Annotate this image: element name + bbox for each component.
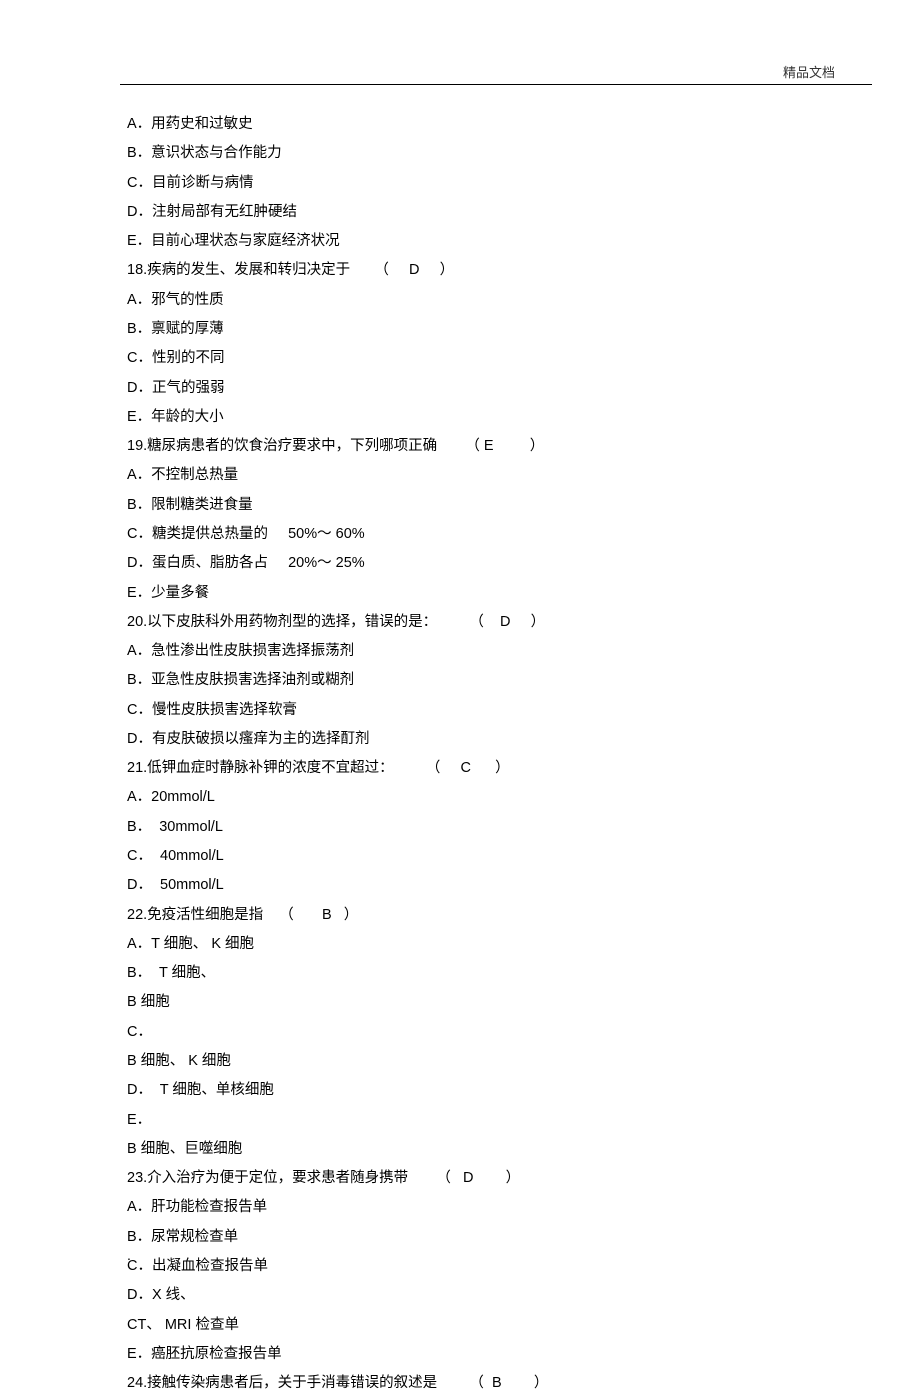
text-line: B． T 细胞、 [127,959,800,988]
text-line: A．T 细胞、 K 细胞 [127,930,800,959]
text-line: E． [127,1106,800,1135]
text-line: D．有皮肤破损以瘙痒为主的选择酊剂 [127,725,800,754]
text-line: B． 30mmol/L [127,813,800,842]
header-rule [120,84,872,85]
text-line: E．目前心理状态与家庭经济状况 [127,227,800,256]
text-line: E．少量多餐 [127,579,800,608]
text-line: C．慢性皮肤损害选择软膏 [127,696,800,725]
text-line: C． 40mmol/L [127,842,800,871]
text-line: CT、 MRI 检查单 [127,1311,800,1340]
text-line: D．蛋白质、脂肪各占 20%～ 25% [127,549,800,578]
text-line: D．注射局部有无红肿硬结 [127,198,800,227]
text-line: D． T 细胞、单核细胞 [127,1076,800,1105]
text-line: B．意识状态与合作能力 [127,139,800,168]
text-line: 23.介入治疗为便于定位，要求患者随身携带 （ D ） [127,1164,800,1193]
text-line: A．急性渗出性皮肤损害选择振荡剂 [127,637,800,666]
document-body: A．用药史和过敏史 B．意识状态与合作能力 C．目前诊断与病情 D．注射局部有无… [127,110,800,1398]
text-line: B．亚急性皮肤损害选择油剂或糊剂 [127,666,800,695]
text-line: A．肝功能检查报告单 [127,1193,800,1222]
text-line: C．糖类提供总热量的 50%～ 60% [127,520,800,549]
text-line: B．限制糖类进食量 [127,491,800,520]
text-line: A．邪气的性质 [127,286,800,315]
text-line: 19.糖尿病患者的饮食治疗要求中，下列哪项正确 （ E ） [127,432,800,461]
footer-dot: . [127,1247,131,1263]
text-line: 20.以下皮肤科外用药物剂型的选择，错误的是： （ D ） [127,608,800,637]
text-line: B 细胞 [127,988,800,1017]
text-line: C．性别的不同 [127,344,800,373]
text-line: 22.免疫活性细胞是指 （ B ） [127,901,800,930]
text-line: D．X 线、 [127,1281,800,1310]
text-line: B．禀赋的厚薄 [127,315,800,344]
text-line: D．正气的强弱 [127,374,800,403]
text-line: 18.疾病的发生、发展和转归决定于 （ D ） [127,256,800,285]
text-line: 21.低钾血症时静脉补钾的浓度不宜超过： （ C ） [127,754,800,783]
text-line: C．目前诊断与病情 [127,169,800,198]
text-line: A．用药史和过敏史 [127,110,800,139]
text-line: C． [127,1018,800,1047]
text-line: B．尿常规检查单 [127,1223,800,1252]
text-line: B 细胞、 K 细胞 [127,1047,800,1076]
text-line: 24.接触传染病患者后，关于手消毒错误的叙述是 （ B ） [127,1369,800,1398]
text-line: A．不控制总热量 [127,461,800,490]
header-label: 精品文档 [783,62,835,81]
text-line: A．20mmol/L [127,783,800,812]
text-line: D． 50mmol/L [127,871,800,900]
text-line: E．癌胚抗原检查报告单 [127,1340,800,1369]
text-line: C．出凝血检查报告单 [127,1252,800,1281]
text-line: E．年龄的大小 [127,403,800,432]
text-line: B 细胞、巨噬细胞 [127,1135,800,1164]
